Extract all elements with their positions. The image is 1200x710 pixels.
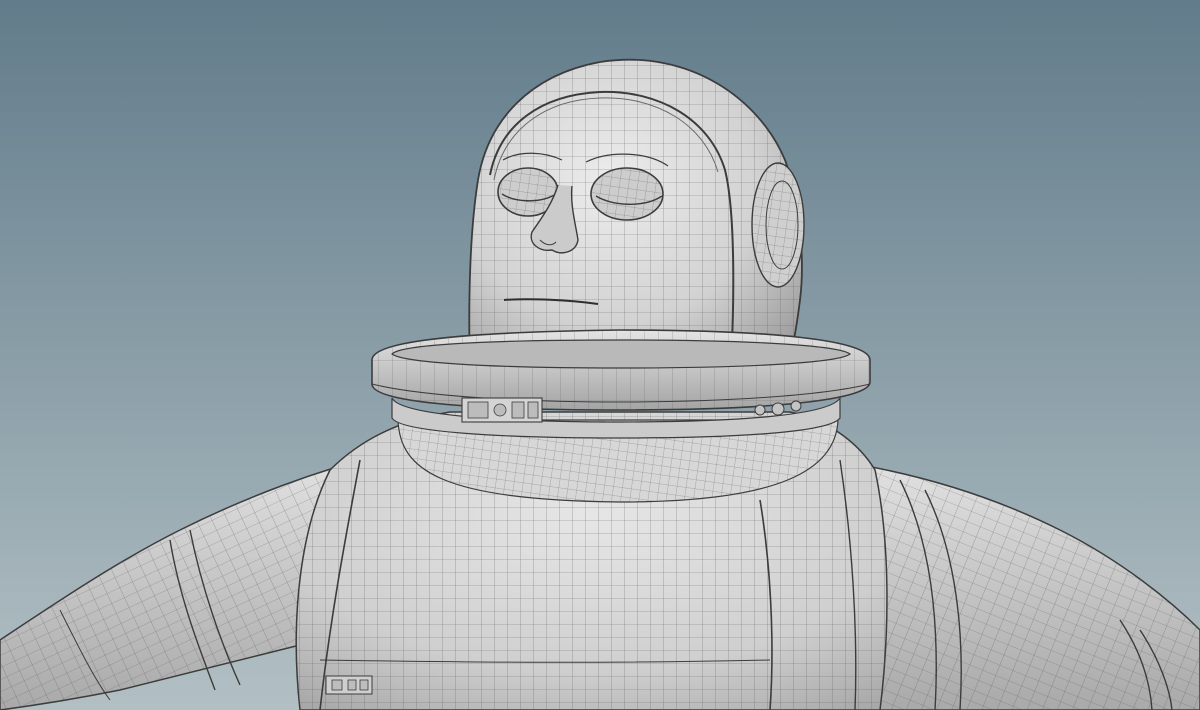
scene-svg (0, 0, 1200, 710)
collar-ring (371, 329, 871, 439)
chest-panel-icon (325, 675, 373, 695)
3d-viewport (0, 0, 1200, 710)
collar-control-panel-icon (461, 397, 543, 423)
right-eye (590, 167, 664, 221)
ear-pad (751, 162, 805, 288)
torso (295, 411, 888, 710)
